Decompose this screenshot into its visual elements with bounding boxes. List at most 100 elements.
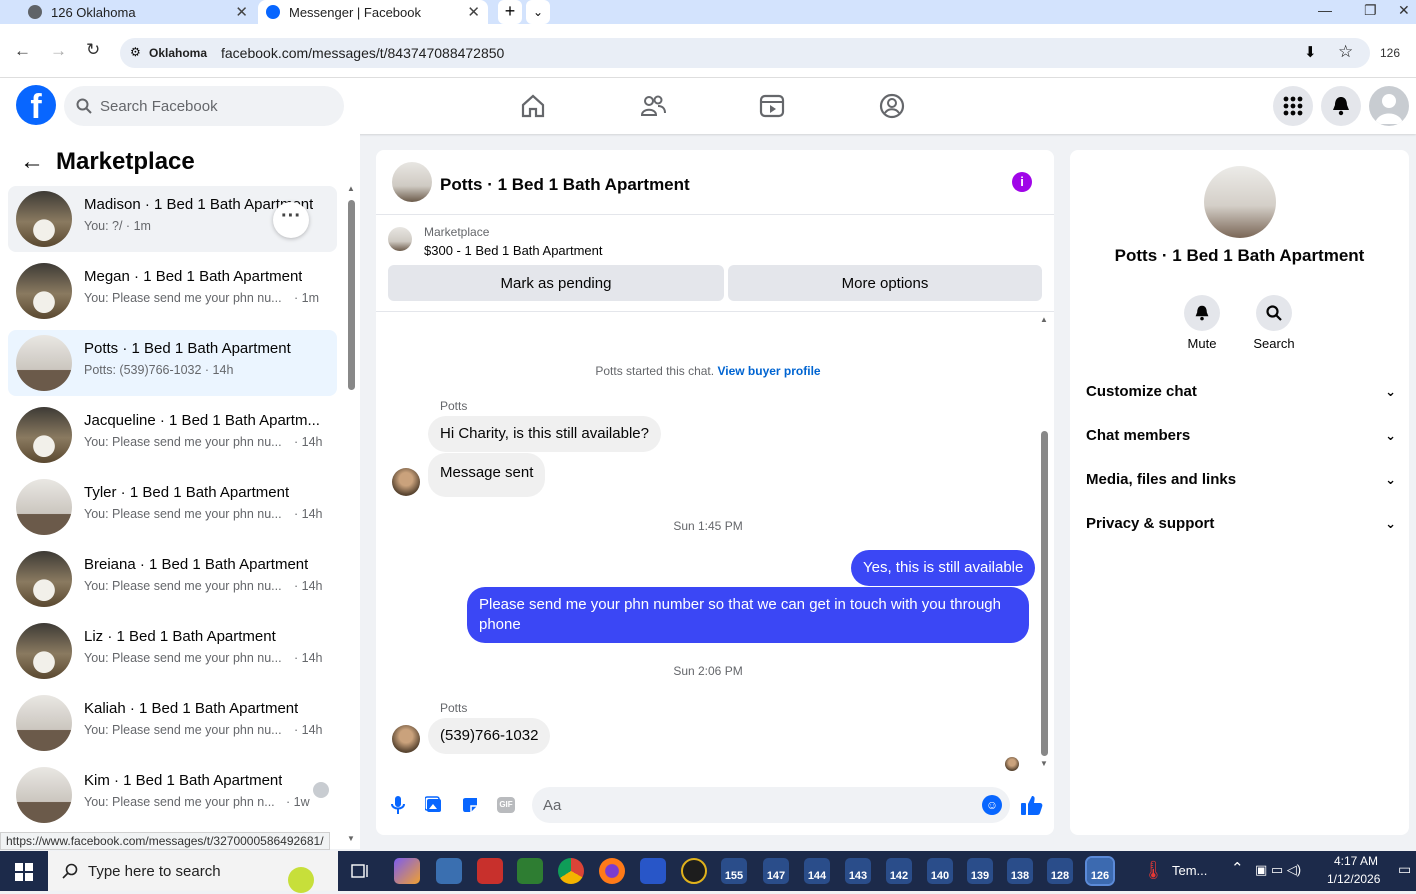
search-in-conversation-button[interactable]: [1256, 295, 1292, 331]
location-chip[interactable]: Oklahoma: [149, 46, 207, 60]
incoming-message[interactable]: (539)766-1032: [428, 718, 551, 754]
conversation-item[interactable]: Potts · 1 Bed 1 Bath Apartment Potts: (53…: [8, 330, 337, 396]
copilot-icon[interactable]: [394, 858, 420, 884]
gif-icon[interactable]: GIF: [497, 797, 515, 813]
app-icon[interactable]: [640, 858, 666, 884]
incoming-message[interactable]: Message sent: [428, 453, 546, 497]
app-icon[interactable]: [436, 858, 462, 884]
conversation-item[interactable]: Jacqueline · 1 Bed 1 Bath Apartm... You: …: [8, 402, 337, 468]
taskbar-app-140[interactable]: 140: [927, 858, 953, 884]
view-buyer-profile-link[interactable]: View buyer profile: [717, 364, 820, 378]
back-icon[interactable]: ←: [14, 41, 31, 61]
emoji-icon[interactable]: ☺: [982, 795, 1002, 815]
notification-center-icon[interactable]: ▭: [1398, 861, 1411, 878]
taskbar-search-input[interactable]: Type here to search: [48, 851, 338, 893]
home-icon[interactable]: [519, 92, 547, 120]
taskbar-app-139[interactable]: 139: [967, 858, 993, 884]
search-facebook-input[interactable]: Search Facebook: [64, 86, 344, 126]
details-avatar[interactable]: [1204, 166, 1276, 238]
conversation-item[interactable]: Megan · 1 Bed 1 Bath Apartment You: Pleas…: [8, 258, 337, 324]
outgoing-message[interactable]: Yes, this is still available: [851, 550, 1036, 586]
back-arrow-icon[interactable]: ←: [20, 148, 44, 176]
chrome-icon[interactable]: [558, 858, 584, 884]
taskbar-app-126[interactable]: 126: [1085, 856, 1115, 886]
chat-members-section[interactable]: Chat members ⌄: [1086, 427, 1396, 444]
privacy-support-section[interactable]: Privacy & support ⌄: [1086, 515, 1396, 532]
taskbar-app-128[interactable]: 128: [1047, 858, 1073, 884]
taskbar-app-142[interactable]: 142: [886, 858, 912, 884]
mark-as-pending-button[interactable]: Mark as pending: [388, 265, 724, 301]
thumbs-up-icon[interactable]: [1021, 794, 1043, 816]
taskbar-app-155[interactable]: 155: [721, 858, 747, 884]
browser-tab-oklahoma[interactable]: 126 Oklahoma ✕: [0, 0, 256, 24]
listing-thumbnail[interactable]: [388, 227, 412, 251]
reload-icon[interactable]: ↻: [86, 40, 100, 60]
scroll-down-icon[interactable]: ▼: [347, 834, 355, 843]
browser-tab-messenger[interactable]: Messenger | Facebook ✕: [258, 0, 488, 24]
close-tab-icon[interactable]: ✕: [467, 3, 480, 21]
sender-avatar[interactable]: [392, 468, 420, 496]
taskbar-app-144[interactable]: 144: [804, 858, 830, 884]
more-options-button[interactable]: ···: [273, 202, 309, 238]
conversation-item[interactable]: Kaliah · 1 Bed 1 Bath Apartment You: Plea…: [8, 690, 337, 756]
tab-search-chevron-icon[interactable]: ⌄: [526, 0, 550, 24]
close-window-icon[interactable]: ✕: [1398, 2, 1410, 19]
microphone-icon[interactable]: [390, 796, 406, 814]
customize-chat-section[interactable]: Customize chat ⌄: [1086, 383, 1396, 400]
taskbar-app-138[interactable]: 138: [1007, 858, 1033, 884]
friends-icon[interactable]: [639, 92, 667, 120]
info-button[interactable]: i: [1012, 172, 1032, 192]
account-avatar[interactable]: [1369, 86, 1409, 126]
scroll-up-icon[interactable]: ▲: [1040, 315, 1048, 324]
install-icon[interactable]: ⬇: [1304, 43, 1317, 61]
tray-chevron-up-icon[interactable]: ⌃: [1231, 859, 1244, 877]
conversation-item[interactable]: Kim · 1 Bed 1 Bath Apartment You: Please …: [8, 762, 337, 828]
mute-button[interactable]: [1184, 295, 1220, 331]
menu-grid-button[interactable]: [1273, 86, 1313, 126]
site-info-icon[interactable]: ⚙: [130, 45, 141, 59]
chat-scrollbar-track[interactable]: ▲ ▼: [1040, 315, 1050, 770]
scroll-up-icon[interactable]: ▲: [347, 184, 355, 193]
chat-avatar[interactable]: [392, 162, 432, 202]
sender-avatar[interactable]: [392, 725, 420, 753]
maximize-icon[interactable]: ❐: [1364, 2, 1377, 19]
message-input[interactable]: Aa ☺: [532, 787, 1010, 823]
app-icon[interactable]: [517, 858, 543, 884]
firefox-icon[interactable]: [599, 858, 625, 884]
address-bar[interactable]: ⚙ Oklahoma facebook.com/messages/t/84374…: [120, 38, 1370, 68]
task-view-icon[interactable]: [351, 863, 369, 879]
minimize-icon[interactable]: —: [1318, 2, 1332, 18]
clock-date[interactable]: 1/12/2026: [1327, 872, 1380, 886]
video-icon[interactable]: [758, 92, 786, 120]
gaming-icon[interactable]: [878, 92, 906, 120]
sidebar-scrollbar-track[interactable]: ▲ ▼: [347, 184, 356, 844]
clock-time[interactable]: 4:17 AM: [1334, 854, 1378, 868]
sticker-icon[interactable]: [461, 796, 479, 814]
facebook-logo-icon[interactable]: f: [16, 85, 56, 125]
extension-badge[interactable]: 126: [1380, 46, 1400, 60]
close-tab-icon[interactable]: ✕: [235, 3, 248, 21]
scroll-down-icon[interactable]: ▼: [1040, 759, 1048, 768]
tray-icons[interactable]: ▣ ▭ ◁): [1255, 862, 1301, 878]
media-files-links-section[interactable]: Media, files and links ⌄: [1086, 471, 1396, 488]
photo-icon[interactable]: [425, 796, 443, 814]
weather-text[interactable]: Tem...: [1172, 863, 1207, 878]
sidebar-scrollbar-thumb[interactable]: [348, 200, 355, 390]
app-icon[interactable]: [681, 858, 707, 884]
chat-title[interactable]: Potts · 1 Bed 1 Bath Apartment: [440, 175, 690, 195]
incoming-message[interactable]: Hi Charity, is this still available?: [428, 416, 661, 452]
app-icon[interactable]: [477, 858, 503, 884]
more-options-button[interactable]: More options: [728, 265, 1042, 301]
windows-start-icon[interactable]: [15, 863, 33, 881]
taskbar-app-143[interactable]: 143: [845, 858, 871, 884]
outgoing-message[interactable]: Please send me your phn number so that w…: [467, 587, 1029, 643]
url-text[interactable]: facebook.com/messages/t/843747088472850: [221, 45, 504, 61]
bookmark-star-icon[interactable]: ☆: [1338, 42, 1353, 62]
listing-detail[interactable]: $300 - 1 Bed 1 Bath Apartment: [424, 243, 603, 258]
conversation-item[interactable]: Liz · 1 Bed 1 Bath Apartment You: Please …: [8, 618, 337, 684]
conversation-item[interactable]: Breiana · 1 Bed 1 Bath Apartment You: Ple…: [8, 546, 337, 612]
notifications-button[interactable]: [1321, 86, 1361, 126]
taskbar-app-147[interactable]: 147: [763, 858, 789, 884]
new-tab-button[interactable]: +: [498, 0, 522, 24]
chat-scrollbar-thumb[interactable]: [1041, 431, 1048, 756]
